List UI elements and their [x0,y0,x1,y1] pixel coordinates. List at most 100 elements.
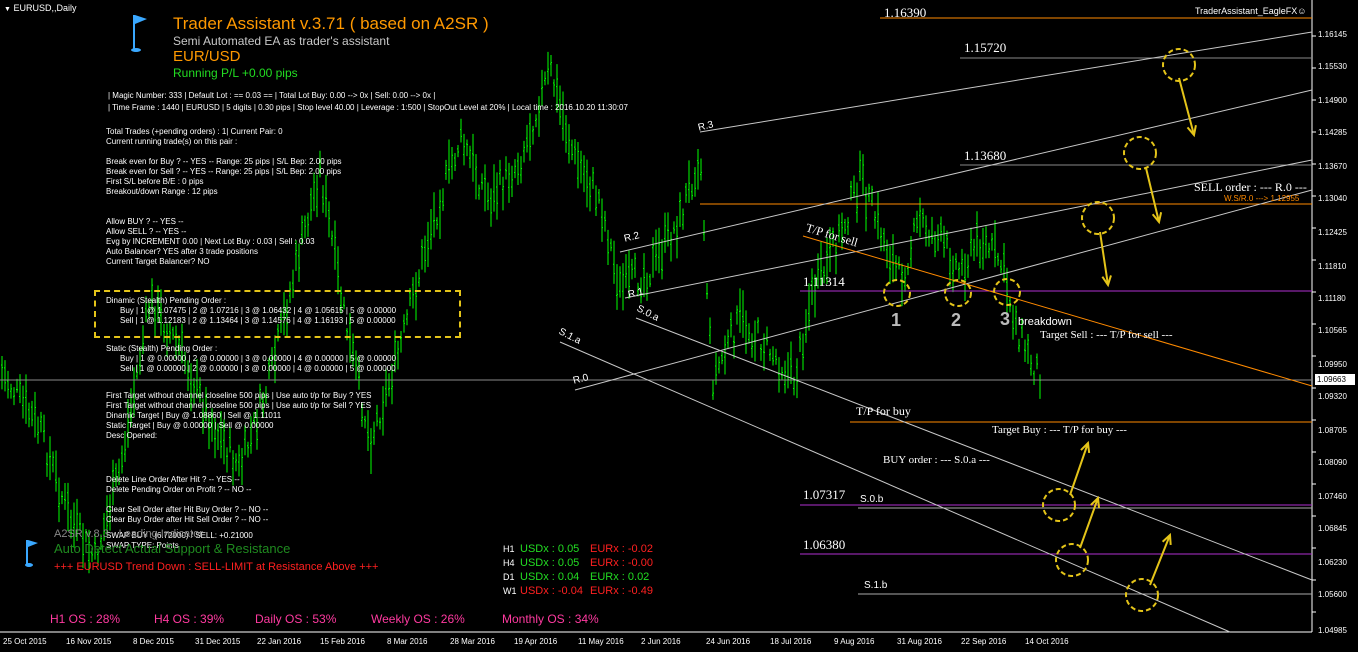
level-label-1: 1.16390 [884,5,927,20]
y-tick-label: 1.14285 [1318,128,1347,137]
arrow-shaft [1178,77,1195,136]
currency-strength-panel: H1 USDx : 0.05 EURx : -0.02 H4 USDx : 0.05 E… [503,542,653,598]
label-target-buy: Target Buy : --- T/P for buy --- [992,424,1127,436]
x-tick-label: 11 May 2016 [578,637,624,646]
target-line: Desc Opened: [106,431,158,440]
a2sr-line-2: Auto Detect Actual Support & Resistance [54,541,291,556]
target-panel: First Target without channel closeline 5… [106,391,371,441]
status-line: Break even for Buy ? -- YES -- Range: 25… [106,157,342,166]
os-monthly: Monthly OS : 34% [502,612,599,626]
x-tick-label: 25 Oct 2015 [3,637,47,646]
current-price-tag: 1.09663 [1315,374,1355,385]
x-tick-label: 22 Jan 2016 [257,637,302,646]
static-pending-panel: Static (Stealth) Pending Order : Buy | 1… [106,344,396,374]
brand-label: TraderAssistant_EagleFX☺ [1195,6,1307,16]
dashed-target-circle [1125,578,1159,612]
x-tick-label: 24 Jun 2016 [706,637,751,646]
y-tick-label: 1.13670 [1318,162,1347,171]
strength-usd: USDx : 0.05 [520,557,580,569]
x-tick-label: 2 Jun 2016 [641,637,681,646]
misc-line: Delete Line Order After Hit ? -- YES -- [106,475,240,484]
y-tick-label: 1.07460 [1318,492,1347,501]
a2sr-flag-icon [25,540,38,567]
misc-line: Delete Pending Order on Profit ? -- NO -… [106,485,252,494]
level-label-6: 1.06380 [803,537,846,552]
dashed-target-circle [1081,201,1115,235]
strength-usd: USDx : 0.04 [520,571,580,583]
strength-usd: USDx : -0.04 [520,585,583,597]
a2sr-line-1: A2SR v.8.3 - Leading Indicator [54,528,203,540]
status-line: Break even for Sell ? -- YES -- Range: 2… [106,167,342,176]
y-tick-label: 1.09320 [1318,392,1347,401]
dinamic-pending-panel: Dinamic (Stealth) Pending Order : Buy | … [106,296,396,326]
strength-eur: EURx : 0.02 [590,571,650,583]
resistance-channel-line [574,189,1313,391]
tp-sell-line [802,235,1313,387]
x-tick-label: 14 Oct 2016 [1025,637,1069,646]
arrow-shaft [1145,167,1160,223]
label-buy-order: BUY order : --- S.0.a --- [883,454,990,466]
dashed-target-circle [1123,136,1157,170]
x-tick-label: 28 Mar 2016 [450,637,495,646]
strength-row: W1 USDx : -0.04 EURx : -0.49 [503,584,653,598]
symbol-timeframe-label: EURUSD,,Daily [13,3,77,13]
static-buy-row: Buy | 1 @ 0.00000 | 2 @ 0.00000 | 3 @ 0.… [120,354,397,363]
support-s1a-line [559,341,1231,633]
chart-window-title[interactable]: ▼ EURUSD,,Daily [4,3,76,13]
support-s0a-line [635,317,1313,581]
y-tick-label: 1.05600 [1318,590,1347,599]
target-line: First Target without channel closeline 5… [106,401,372,410]
info-line-2: | Time Frame : 1440 | EURUSD | 5 digits … [108,103,628,112]
y-tick-label: 1.13040 [1318,194,1347,203]
arrow-shaft [1099,231,1109,286]
static-header: Static (Stealth) Pending Order : [106,344,218,353]
ea-subtitle: Semi Automated EA as trader's assistant [173,34,390,48]
dinamic-header: Dinamic (Stealth) Pending Order : [106,296,227,305]
level-label-4: 1.11314 [803,274,845,289]
y-tick-label: 1.08705 [1318,426,1347,435]
y-tick-label: 1.11810 [1318,262,1347,271]
label-ws: W.S/R.0 ---> 1.12955 [1224,194,1300,203]
y-tick-label: 1.06230 [1318,558,1347,567]
status-line: Current running trade(s) on this pair : [106,137,238,146]
level-label-3: 1.13680 [964,148,1007,163]
x-tick-label: 22 Sep 2016 [961,637,1007,646]
strength-tf: H1 [503,544,515,554]
a2sr-line-3: +++ EURUSD Trend Down : SELL-LIMIT at Re… [54,561,379,573]
x-tick-label: 18 Jul 2016 [770,637,812,646]
label-breakdown: breakdown [1018,316,1072,328]
strength-tf: W1 [503,586,517,596]
status-line: Current Target Balancer? NO [106,257,210,266]
misc-line: Clear Buy Order after Hit Sell Order ? -… [106,515,269,524]
os-weekly: Weekly OS : 26% [371,612,465,626]
level-label-2: 1.15720 [964,40,1007,55]
strength-row: D1 USDx : 0.04 EURx : 0.02 [503,570,653,584]
label-sell-order: SELL order : --- R.0 --- [1194,180,1307,194]
x-tick-label: 9 Aug 2016 [834,637,875,646]
arrow-shaft [1149,534,1171,586]
touch-number-2: 2 [951,310,962,330]
y-tick-label: 1.09950 [1318,360,1347,369]
target-line: Static Target | Buy @ 0.00000 | Sell @ 0… [106,421,274,430]
touch-number-3: 3 [1000,309,1011,329]
os-h4: H4 OS : 39% [154,612,225,626]
level-label-5: 1.07317 [803,487,846,502]
strength-tf: D1 [503,572,515,582]
ea-title: Trader Assistant v.3.71 ( based on A2SR … [173,14,489,33]
x-tick-label: 8 Mar 2016 [387,637,428,646]
y-tick-label: 1.15530 [1318,62,1347,71]
label-target-sell: Target Sell : --- T/P for sell --- [1040,329,1173,341]
y-tick-label: 1.08090 [1318,458,1347,467]
target-line: Dinamic Target | Buy @ 1.08860 | Sell @ … [106,411,282,420]
flag-icon [131,15,147,52]
info-line-1: | Magic Number: 333 | Default Lot : == 0… [108,91,436,100]
dropdown-icon[interactable]: ▼ [4,6,11,13]
status-line: Auto Balancer? YES after 3 trade positio… [106,247,258,256]
status-line: Allow BUY ? -- YES -- [106,217,184,226]
y-tick-label: 1.06845 [1318,524,1347,533]
y-tick-label: 1.04985 [1318,626,1347,635]
dinamic-buy-row: Buy | 1 @ 1.07475 | 2 @ 1.07216 | 3 @ 1.… [120,306,397,315]
arrow-shaft [1069,442,1089,496]
os-h1: H1 OS : 28% [50,612,121,626]
y-tick-label: 1.10565 [1318,326,1347,335]
